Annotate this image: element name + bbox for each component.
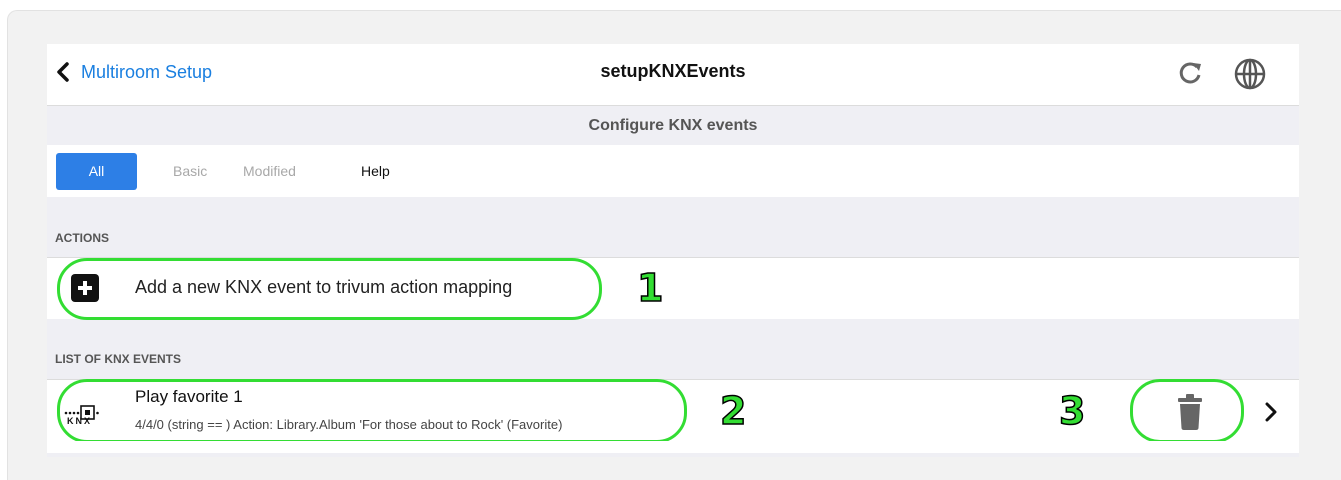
highlight-ring-1	[57, 258, 602, 320]
tab-basic[interactable]: Basic	[173, 153, 207, 190]
app-container: Multiroom Setup setupKNXEvents Configure…	[47, 44, 1299, 457]
globe-icon[interactable]	[1233, 57, 1267, 91]
reload-icon[interactable]	[1176, 59, 1204, 87]
callout-1: 1	[636, 265, 664, 311]
list-item[interactable]: KNX Play favorite 1 4/4/0 (string == ) A…	[47, 379, 1299, 443]
navbar: Multiroom Setup setupKNXEvents	[47, 44, 1299, 106]
tab-all[interactable]: All	[56, 153, 137, 190]
tab-modified[interactable]: Modified	[243, 153, 296, 190]
actions-header: ACTIONS	[55, 231, 109, 245]
chevron-right-icon[interactable]	[1264, 401, 1278, 423]
add-knx-event-row[interactable]: Add a new KNX event to trivum action map…	[47, 257, 1299, 320]
events-header: LIST OF KNX EVENTS	[55, 352, 182, 366]
highlight-ring-3	[1130, 379, 1244, 443]
section-subtitle: Configure KNX events	[588, 117, 758, 134]
callout-2: 2	[719, 388, 747, 434]
page-title: setupKNXEvents	[600, 61, 746, 81]
list-footer	[47, 441, 1299, 453]
filter-tabs: All Basic Modified Help	[47, 145, 1299, 197]
callout-3: 3	[1058, 388, 1086, 434]
highlight-ring-2	[57, 379, 687, 443]
tab-help[interactable]: Help	[361, 153, 390, 190]
